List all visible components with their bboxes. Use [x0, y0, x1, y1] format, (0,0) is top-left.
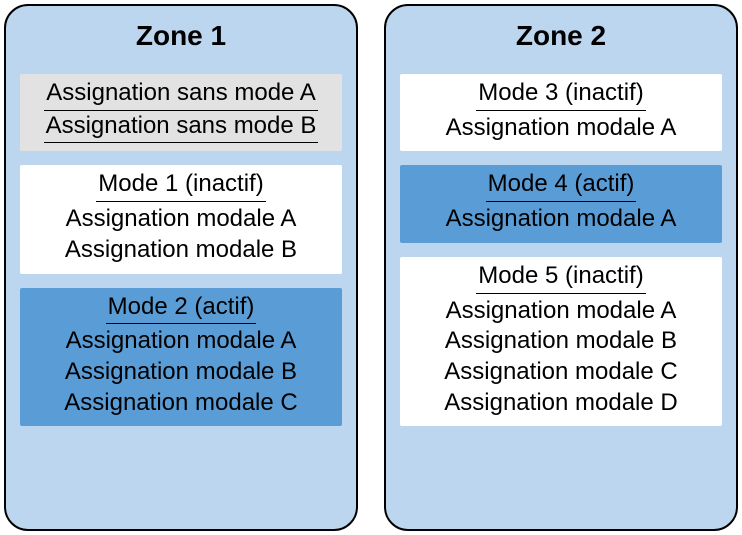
assignment-label: Assignation modale A — [410, 113, 712, 144]
zone-title: Zone 1 — [20, 20, 342, 52]
assignment-label: Assignation modale A — [410, 204, 712, 235]
mode-header: Mode 4 (actif) — [486, 169, 637, 202]
assignment-label: Assignation modale A — [30, 326, 332, 357]
mode-header: Mode 1 (inactif) — [96, 169, 265, 202]
mode-header: Mode 3 (inactif) — [476, 78, 645, 111]
assignment-label: Assignation modale B — [410, 326, 712, 357]
mode-block-inactive: Mode 5 (inactif) Assignation modale A As… — [400, 257, 722, 427]
mode-header: Mode 2 (actif) — [106, 292, 257, 325]
assignment-label: Assignation sans mode B — [44, 111, 319, 144]
assignment-label: Assignation modale C — [30, 388, 332, 419]
zone-1: Zone 1 Assignation sans mode A Assignati… — [4, 4, 358, 531]
mode-block-active: Mode 2 (actif) Assignation modale A Assi… — [20, 288, 342, 427]
zone-title: Zone 2 — [400, 20, 722, 52]
mode-block-inactive: Mode 1 (inactif) Assignation modale A As… — [20, 165, 342, 273]
mode-block-active: Mode 4 (actif) Assignation modale A — [400, 165, 722, 242]
mode-header: Mode 5 (inactif) — [476, 261, 645, 294]
assignment-label: Assignation modale B — [30, 357, 332, 388]
assignment-label: Assignation modale A — [30, 204, 332, 235]
zone-2: Zone 2 Mode 3 (inactif) Assignation moda… — [384, 4, 738, 531]
assignment-label: Assignation modale A — [410, 296, 712, 327]
assignment-label: Assignation modale B — [30, 235, 332, 266]
assignment-label: Assignation modale D — [410, 388, 712, 419]
assignment-label: Assignation modale C — [410, 357, 712, 388]
mode-block-inactive: Mode 3 (inactif) Assignation modale A — [400, 74, 722, 151]
assignment-label: Assignation sans mode A — [44, 78, 318, 111]
modeless-assignments-block: Assignation sans mode A Assignation sans… — [20, 74, 342, 151]
